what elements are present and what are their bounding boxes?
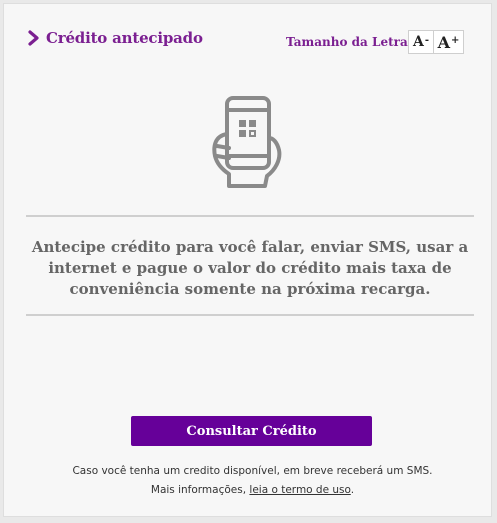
page-title: Crédito antecipado bbox=[28, 29, 203, 47]
divider-top bbox=[26, 215, 474, 217]
phone-in-hand-icon bbox=[212, 96, 282, 188]
footer-note: Caso você tenha um credito disponível, e… bbox=[64, 462, 441, 500]
terms-of-use-link[interactable]: leia o termo de uso bbox=[249, 484, 350, 496]
description-text: Antecipe crédito para você falar, enviar… bbox=[31, 238, 469, 298]
divider-bottom bbox=[26, 314, 474, 316]
increase-font-sign: + bbox=[451, 34, 460, 46]
increase-font-label: A bbox=[437, 32, 451, 52]
increase-font-button[interactable]: A + bbox=[434, 30, 464, 54]
credit-card-panel: Crédito antecipado Tamanho da Letra A- A… bbox=[3, 3, 492, 517]
consult-credit-button[interactable]: Consultar Crédito bbox=[131, 416, 372, 446]
font-size-label: Tamanho da Letra bbox=[286, 35, 408, 49]
decrease-font-label: A bbox=[412, 34, 424, 50]
page-title-text: Crédito antecipado bbox=[46, 29, 203, 47]
decrease-font-sign: - bbox=[424, 34, 430, 46]
footer-period: . bbox=[350, 484, 355, 496]
chevron-right-icon bbox=[28, 30, 39, 46]
decrease-font-button[interactable]: A- bbox=[408, 30, 434, 54]
font-size-controls: A- A + bbox=[408, 30, 464, 54]
